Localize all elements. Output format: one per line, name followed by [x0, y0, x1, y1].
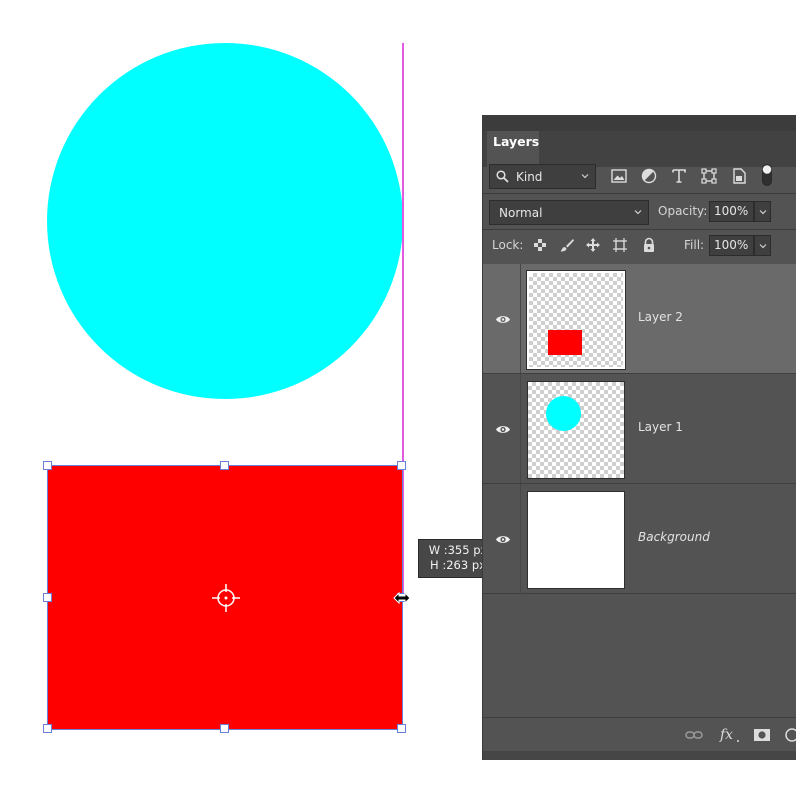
thumbnail-cyan-circle: [546, 396, 581, 431]
fill-dropdown-button[interactable]: [754, 235, 771, 256]
transform-handle-bottom-right[interactable]: [397, 724, 406, 733]
layer-row-background[interactable]: Background: [483, 484, 796, 594]
lock-image-pixels-brush-icon[interactable]: [559, 237, 575, 253]
layer-name[interactable]: Layer 2: [638, 310, 683, 324]
transform-handle-top-left[interactable]: [43, 461, 52, 470]
smart-guide-line: [402, 43, 404, 599]
shape-filter-icon[interactable]: [700, 167, 718, 185]
layer-row-layer-2[interactable]: Layer 2: [483, 264, 796, 374]
filter-toggle-switch[interactable]: [762, 164, 772, 186]
layer-kind-filter-dropdown[interactable]: Kind: [489, 164, 596, 189]
fill-label: Fill:: [684, 238, 705, 252]
eye-visibility-icon[interactable]: [495, 424, 511, 435]
blend-mode-value: Normal: [499, 206, 543, 220]
eye-visibility-icon[interactable]: [495, 314, 511, 325]
lock-artboard-icon[interactable]: [612, 237, 628, 253]
transform-handle-middle-left[interactable]: [43, 593, 52, 602]
chevron-down-icon: [581, 174, 589, 179]
visibility-column: [483, 264, 521, 373]
transform-handle-top-center[interactable]: [220, 461, 229, 470]
layer-name[interactable]: Background: [638, 530, 710, 544]
image-filter-icon[interactable]: [610, 167, 628, 185]
lock-label: Lock:: [492, 238, 524, 252]
thumbnail-red-rectangle: [548, 330, 582, 355]
lock-transparent-pixels-icon[interactable]: [532, 237, 548, 253]
layer-thumbnail[interactable]: [526, 270, 626, 370]
fill-input[interactable]: 100%: [709, 235, 754, 256]
svg-text:fx: fx: [719, 727, 733, 743]
layer-thumbnail[interactable]: [527, 491, 625, 589]
cyan-circle-shape[interactable]: [47, 43, 403, 399]
layer-row-layer-1[interactable]: Layer 1: [483, 374, 796, 484]
fx-layer-style-icon[interactable]: fx: [719, 726, 741, 744]
layers-panel: Layers Kind Normal Opacity: 100% Lock: F…: [483, 115, 796, 760]
opacity-input[interactable]: 100%: [709, 201, 754, 222]
kind-filter-label: Kind: [516, 170, 543, 184]
adjustment-filter-icon[interactable]: [640, 167, 658, 185]
panel-bottom-edge: [483, 751, 796, 760]
new-adjustment-layer-icon[interactable]: [785, 728, 796, 742]
horizontal-resize-cursor-icon: [393, 591, 411, 605]
chevron-down-icon: [634, 210, 642, 215]
transform-handle-bottom-center[interactable]: [220, 724, 229, 733]
panel-divider: [483, 229, 796, 230]
chevron-down-icon: [759, 244, 767, 249]
blend-mode-dropdown[interactable]: Normal: [489, 200, 649, 225]
visibility-column: [483, 484, 521, 593]
opacity-dropdown-button[interactable]: [754, 201, 771, 222]
type-filter-icon[interactable]: [670, 167, 688, 185]
chevron-down-icon: [759, 210, 767, 215]
lock-all-padlock-icon[interactable]: [641, 237, 657, 253]
link-layers-icon[interactable]: [685, 728, 703, 742]
layers-panel-footer: fx: [483, 717, 796, 752]
panel-header-bar[interactable]: [483, 115, 796, 131]
eye-visibility-icon[interactable]: [495, 534, 511, 545]
smart-object-filter-icon[interactable]: [730, 167, 748, 185]
lock-position-move-icon[interactable]: [585, 237, 601, 253]
search-icon: [496, 170, 509, 183]
transform-handle-top-right[interactable]: [397, 461, 406, 470]
tab-layers[interactable]: Layers: [487, 131, 539, 167]
reference-point-crosshair-icon[interactable]: [211, 583, 241, 613]
opacity-label: Opacity:: [658, 204, 708, 218]
layer-thumbnail[interactable]: [527, 381, 625, 479]
add-layer-mask-icon[interactable]: [753, 728, 771, 742]
visibility-column: [483, 374, 521, 483]
layer-name[interactable]: Layer 1: [638, 420, 683, 434]
transform-handle-bottom-left[interactable]: [43, 724, 52, 733]
panel-divider: [483, 193, 796, 194]
